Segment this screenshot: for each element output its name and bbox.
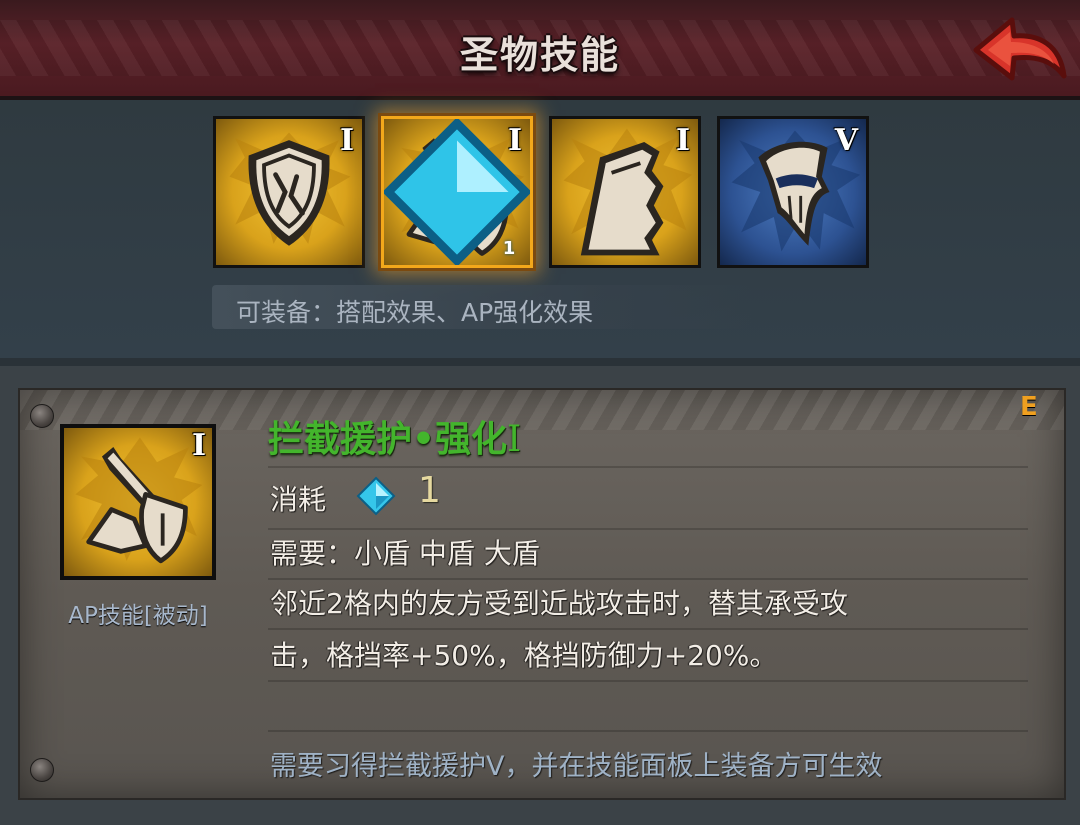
relic-skill-panel: I I 1 I V 可装备：搭配效果、AP强化效果	[0, 100, 1080, 358]
crystal-icon	[356, 476, 396, 516]
relic-slot-intercept[interactable]: I 1	[381, 116, 533, 268]
cost-label: 消耗	[270, 483, 327, 516]
page-title: 圣物技能	[459, 33, 620, 77]
corner-label: E	[1020, 392, 1038, 422]
requirement-text: 需要：小盾 中盾 大盾	[270, 537, 540, 570]
equip-note-text: 可装备：搭配效果、AP强化效果	[236, 298, 594, 327]
slot-cost-badge: 1	[502, 238, 516, 259]
slot-level: V	[834, 123, 858, 158]
slot-level: I	[339, 123, 354, 158]
divider	[268, 466, 1028, 468]
skill-type-label: AP技能[被动]	[68, 603, 208, 629]
back-button[interactable]	[968, 12, 1068, 86]
skill-name-text: 拦截援护•强化	[268, 419, 508, 460]
sword-shield-icon	[75, 437, 203, 564]
equip-note: 可装备：搭配效果、AP强化效果	[212, 285, 752, 329]
rivet-icon	[30, 404, 54, 428]
header-bar: 圣物技能	[0, 0, 1080, 100]
divider	[268, 528, 1028, 530]
unlock-requirement-note: 需要习得拦截援护V，并在技能面板上装备方可生效	[270, 751, 883, 782]
divider	[268, 628, 1028, 630]
slot-level: I	[675, 123, 690, 158]
relic-slot-shield[interactable]: I	[213, 116, 365, 268]
back-arrow-icon	[973, 17, 1067, 81]
description-line-1: 邻近2格内的友方受到近战攻击时，替其承受攻	[270, 587, 848, 620]
skill-name: 拦截援护•强化I	[268, 410, 521, 462]
description-line-2: 击，格挡率+50%，格挡防御力+20%。	[270, 639, 778, 672]
detail-skill-icon: I	[60, 424, 216, 580]
rivet-icon	[30, 758, 54, 782]
relic-slot-helmet[interactable]: V	[717, 116, 869, 268]
skill-name-level: I	[507, 419, 522, 460]
detail-icon-level: I	[191, 428, 206, 463]
cost-value: 1	[418, 470, 441, 511]
divider	[268, 578, 1028, 580]
relic-slot-wall[interactable]: I	[549, 116, 701, 268]
divider	[268, 730, 1028, 732]
divider	[268, 680, 1028, 682]
